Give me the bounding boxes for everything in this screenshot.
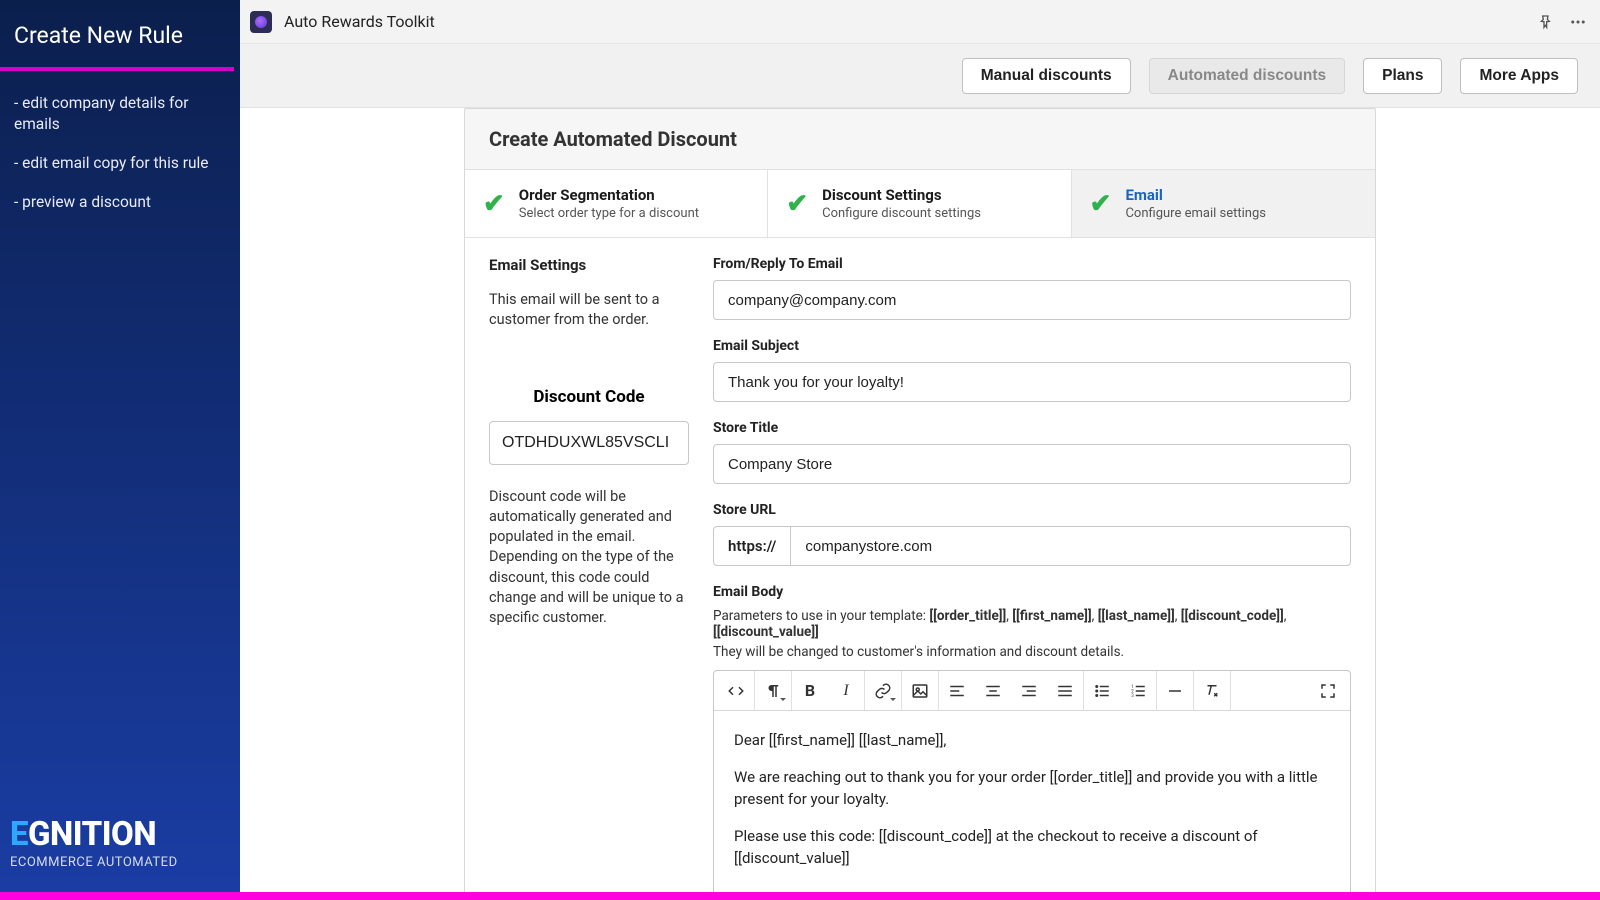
pin-icon[interactable]: [1534, 10, 1558, 34]
horizontal-rule-icon[interactable]: [1157, 671, 1193, 710]
align-left-icon[interactable]: [939, 671, 975, 710]
panel-body: Email Settings This email will be sent t…: [465, 238, 1375, 892]
right-column: From/Reply To Email Email Subject Store …: [713, 256, 1351, 892]
email-settings-heading: Email Settings: [489, 256, 689, 274]
sidebar-title-underline: [0, 67, 234, 71]
wizard-steps: ✔ Order Segmentation Select order type fo…: [465, 170, 1375, 238]
sidebar-title: Create New Rule: [0, 0, 240, 67]
paragraph-format-icon[interactable]: [755, 671, 791, 710]
left-column: Email Settings This email will be sent t…: [489, 256, 689, 892]
fullscreen-icon[interactable]: [1310, 671, 1346, 710]
unordered-list-icon[interactable]: [1084, 671, 1120, 710]
step-title: Discount Settings: [822, 186, 981, 204]
more-apps-button[interactable]: More Apps: [1460, 58, 1578, 94]
ordered-list-icon[interactable]: 123: [1120, 671, 1156, 710]
manual-discounts-button[interactable]: Manual discounts: [962, 58, 1131, 94]
brand-tagline: ECOMMERCE AUTOMATED: [10, 855, 178, 870]
clear-format-icon[interactable]: [1194, 671, 1230, 710]
app-icon: [250, 11, 272, 33]
subject-label: Email Subject: [713, 338, 1351, 354]
toolbar: Manual discounts Automated discounts Pla…: [240, 44, 1600, 108]
more-icon[interactable]: [1566, 10, 1590, 34]
check-icon: ✔: [483, 189, 505, 219]
sidebar-nav: - edit company details for emails - edit…: [0, 81, 240, 227]
sidebar-item-preview[interactable]: - preview a discount: [14, 184, 226, 223]
panel: Create Automated Discount ✔ Order Segmen…: [464, 108, 1376, 892]
discount-code-note: Discount code will be automatically gene…: [489, 487, 689, 629]
main: Auto Rewards Toolkit Manual discounts Au…: [240, 0, 1600, 892]
rich-text-editor: B I: [713, 670, 1351, 892]
store-title-input[interactable]: [713, 444, 1351, 484]
svg-text:3: 3: [1131, 693, 1134, 699]
email-settings-desc: This email will be sent to a customer fr…: [489, 290, 689, 331]
email-body-label: Email Body: [713, 584, 1351, 600]
step-title: Order Segmentation: [519, 186, 699, 204]
bold-icon[interactable]: B: [792, 671, 828, 710]
panel-title: Create Automated Discount: [465, 109, 1375, 170]
step-subtitle: Configure email settings: [1125, 206, 1266, 221]
italic-icon[interactable]: I: [828, 671, 864, 710]
step-subtitle: Configure discount settings: [822, 206, 981, 221]
from-email-label: From/Reply To Email: [713, 256, 1351, 272]
align-right-icon[interactable]: [1011, 671, 1047, 710]
email-body-note2: They will be changed to customer's infor…: [713, 644, 1351, 660]
store-url-input[interactable]: [790, 526, 1351, 566]
sidebar: Create New Rule - edit company details f…: [0, 0, 240, 892]
plans-button[interactable]: Plans: [1363, 58, 1442, 94]
body-paragraph: Dear [[first_name]] [[last_name]],: [734, 729, 1330, 752]
store-title-label: Store Title: [713, 420, 1351, 436]
image-icon[interactable]: [902, 671, 938, 710]
subject-input[interactable]: [713, 362, 1351, 402]
align-center-icon[interactable]: [975, 671, 1011, 710]
discount-code-heading: Discount Code: [489, 387, 689, 407]
brand: EGNITION ECOMMERCE AUTOMATED: [10, 818, 178, 870]
bottom-accent-bar: [0, 892, 1600, 900]
topbar: Auto Rewards Toolkit: [240, 0, 1600, 44]
check-icon: ✔: [1090, 189, 1112, 219]
workspace: Create Automated Discount ✔ Order Segmen…: [240, 108, 1600, 892]
store-url-prefix: https://: [713, 526, 790, 566]
from-email-input[interactable]: [713, 280, 1351, 320]
align-justify-icon[interactable]: [1047, 671, 1083, 710]
editor-content[interactable]: Dear [[first_name]] [[last_name]], We ar…: [714, 711, 1350, 892]
body-paragraph: We are reaching out to thank you for you…: [734, 766, 1330, 811]
step-subtitle: Select order type for a discount: [519, 206, 699, 221]
link-icon[interactable]: [865, 671, 901, 710]
step-title: Email: [1125, 186, 1266, 204]
sidebar-item-email-copy[interactable]: - edit email copy for this rule: [14, 145, 226, 184]
check-icon: ✔: [786, 189, 808, 219]
email-body-params-note: Parameters to use in your template: [[or…: [713, 608, 1351, 640]
body-paragraph: Please use this code: [[discount_code]] …: [734, 825, 1330, 870]
code-view-icon[interactable]: [718, 671, 754, 710]
brand-logo: EGNITION: [10, 818, 178, 851]
step-order-segmentation[interactable]: ✔ Order Segmentation Select order type fo…: [465, 170, 768, 237]
automated-discounts-button[interactable]: Automated discounts: [1149, 58, 1345, 94]
discount-code-field[interactable]: [489, 421, 689, 465]
app-name: Auto Rewards Toolkit: [284, 12, 435, 31]
step-email[interactable]: ✔ Email Configure email settings: [1072, 170, 1375, 237]
editor-toolbar: B I: [714, 671, 1350, 711]
sidebar-item-company-details[interactable]: - edit company details for emails: [14, 85, 226, 145]
store-url-group: https://: [713, 526, 1351, 566]
step-discount-settings[interactable]: ✔ Discount Settings Configure discount se…: [768, 170, 1071, 237]
store-url-label: Store URL: [713, 502, 1351, 518]
